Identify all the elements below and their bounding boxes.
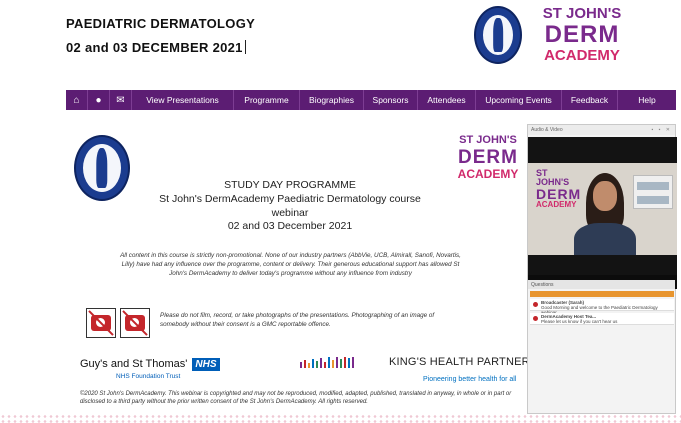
nav-view-presentations[interactable]: View Presentations (132, 90, 234, 110)
main-nav: ⌂ ● ✉ View Presentations Programme Biogr… (66, 90, 676, 110)
nav-biographies[interactable]: Biographies (300, 90, 364, 110)
derm-academy-logo[interactable]: ST JOHN'S DERM ACADEMY (534, 6, 630, 63)
nav-programme[interactable]: Programme (234, 90, 300, 110)
no-filming-notice: Please do not film, record, or take phot… (160, 312, 435, 328)
shelf (633, 175, 673, 209)
speaker-room: ST JOHN'S DERM ACADEMY (528, 163, 677, 255)
slide-dates: 02 and 03 December 2021 (227, 220, 353, 232)
khp-tagline: Pioneering better health for all (423, 376, 517, 383)
slide-format: webinar (271, 207, 309, 219)
speaker-face (593, 181, 617, 211)
speaker-body (574, 223, 636, 255)
copyright-notice: ©2020 St John's DermAcademy. This webina… (80, 391, 512, 405)
guys-st-thomas-logo: Guy's and St Thomas' NHS (80, 358, 220, 371)
nav-feedback[interactable]: Feedback (562, 90, 618, 110)
nav-sponsors[interactable]: Sponsors (364, 90, 418, 110)
webcam-video[interactable]: ST JOHN'S DERM ACADEMY (528, 137, 677, 289)
question-item[interactable]: Broadcaster (Sarah) Good Morning and welc… (530, 299, 674, 315)
slide-derm-academy-logo: ST JOHN'S DERM ACADEMY (457, 134, 519, 181)
event-date: 02 and 03 DECEMBER 2021 (66, 40, 246, 55)
questions-highlight-bar[interactable] (530, 291, 674, 297)
khp-barcode-logo (300, 357, 382, 368)
text-cursor (244, 40, 246, 54)
slide-disclaimer: All content in this course is strictly n… (120, 252, 461, 277)
nhs-trust-label: NHS Foundation Trust (116, 373, 181, 380)
question-item[interactable]: DermAcademy Host Tea... Please let us kno… (530, 313, 674, 325)
backdrop-derm-academy-logo: ST JOHN'S DERM ACADEMY (536, 168, 582, 209)
home-icon[interactable]: ⌂ (66, 90, 88, 110)
nav-upcoming-events[interactable]: Upcoming Events (476, 90, 562, 110)
no-photography-icon (120, 308, 150, 338)
nav-attendees[interactable]: Attendees (418, 90, 476, 110)
panel-window-controls[interactable]: ▪ ▪ ✕ (651, 127, 672, 133)
nav-help[interactable]: Help (618, 90, 676, 110)
college-seal-logo (474, 6, 522, 64)
slide-college-seal-logo (74, 135, 130, 201)
video-panel: Audio & Video ▪ ▪ ✕ ST JOHN'S DERM ACADE… (527, 124, 677, 414)
user-icon[interactable]: ● (88, 90, 110, 110)
questions-header: Questions (528, 280, 675, 289)
slide-course-line: St John's DermAcademy Paediatric Dermato… (159, 193, 421, 205)
no-video-recording-icon (86, 308, 116, 338)
chat-icon[interactable]: ✉ (110, 90, 132, 110)
event-title: PAEDIATRIC DERMATOLOGY (66, 16, 256, 31)
khp-logo-text: KING'S HEALTH PARTNERS (389, 356, 538, 368)
nhs-logo: NHS (192, 358, 220, 371)
slide-heading: STUDY DAY PROGRAMME (224, 179, 356, 191)
decorative-dot-border (0, 414, 681, 423)
